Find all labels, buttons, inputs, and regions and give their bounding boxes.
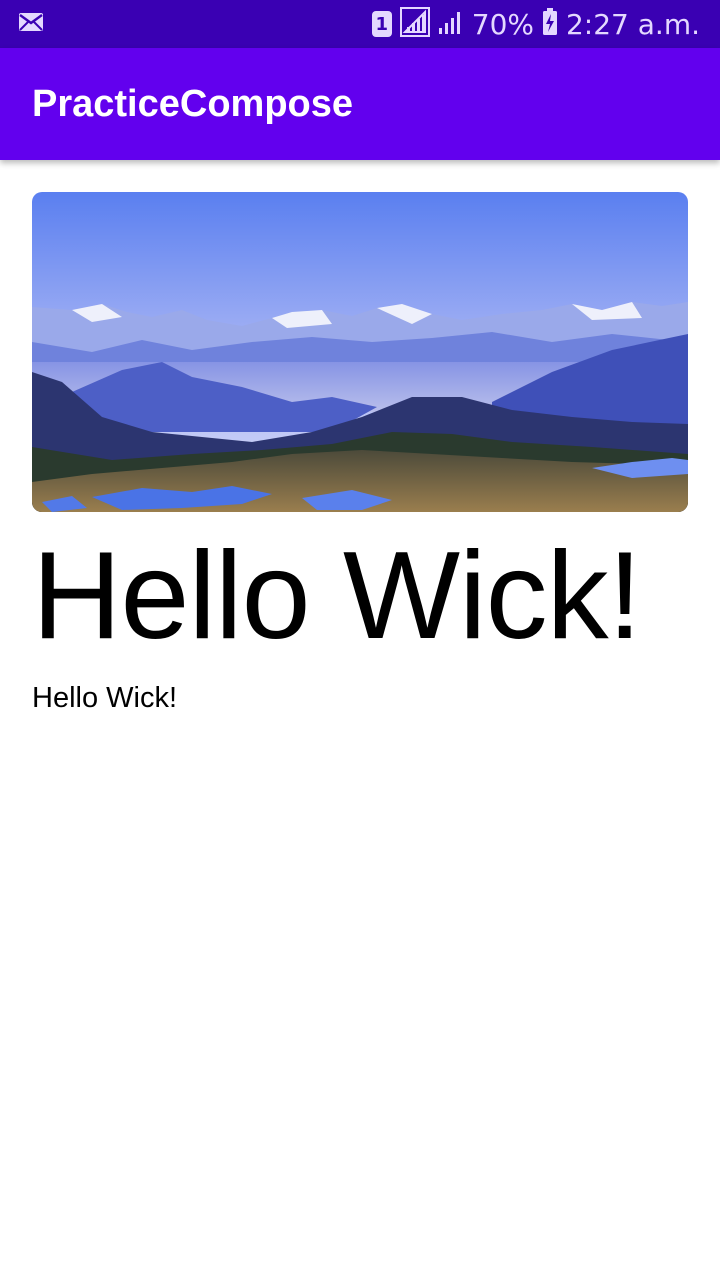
- main-content: Hello Wick! Hello Wick!: [32, 192, 688, 715]
- app-title: PracticeCompose: [32, 82, 354, 125]
- headline-text: Hello Wick!: [32, 527, 642, 665]
- status-right: 1 70% 2:27 a.m.: [371, 7, 700, 41]
- clock: 2:27 a.m.: [565, 7, 700, 41]
- battery-charging-icon: [542, 8, 558, 40]
- status-bar: 1 70% 2:27 a.m.: [0, 0, 720, 48]
- app-bar: PracticeCompose: [0, 48, 720, 160]
- mountain-landscape-image: [32, 192, 688, 512]
- sim-icon: 1: [371, 11, 392, 37]
- signal-icon-2: [438, 9, 464, 39]
- signal-icon: [399, 7, 430, 41]
- body-text: Hello Wick!: [32, 682, 178, 714]
- battery-percent: 70%: [471, 7, 534, 41]
- mail-icon: [18, 12, 44, 36]
- status-left: [18, 12, 44, 36]
